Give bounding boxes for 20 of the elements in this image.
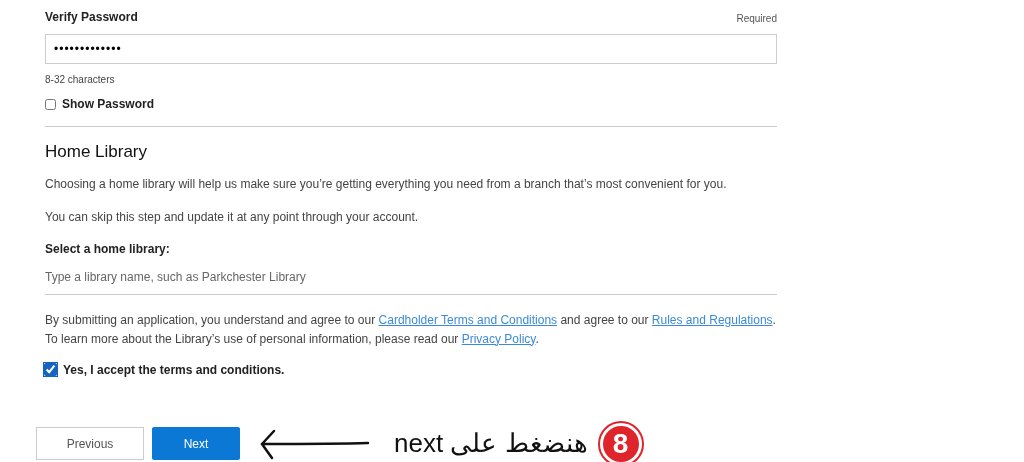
required-note: Required xyxy=(736,12,777,26)
step-badge: 8 xyxy=(599,422,642,462)
arrow-icon xyxy=(258,427,370,460)
paragraph: You can skip this step and update it at any point through your account. xyxy=(45,208,420,226)
checkbox[interactable] xyxy=(45,98,56,110)
field-label: Verify Password xyxy=(45,9,138,26)
previous-button[interactable]: Previous xyxy=(36,427,144,460)
checkbox-label: Yes, I accept the terms and conditions. xyxy=(63,361,285,379)
checkbox[interactable] xyxy=(44,363,57,376)
hint-text: 8-32 characters xyxy=(45,73,116,87)
password-field[interactable]: ••••••••••••• xyxy=(45,34,777,64)
next-button[interactable]: Next xyxy=(152,427,240,460)
section-heading: Home Library xyxy=(45,141,149,163)
terms-link[interactable]: Cardholder Terms and Conditions xyxy=(378,312,558,327)
terms-paragraph: By submitting an application, you understand and agree to our Cardholder Terms and Conditions and agree to our Rules and Regulations. To learn more about the Library’s use of personal information, please read our Privacy Policy. xyxy=(45,311,777,348)
paragraph: Choosing a home library will help us make sure you’re getting everything you need from a branch that’s most convenient for you. xyxy=(45,175,728,193)
checkbox-label: Show Password xyxy=(62,96,155,113)
annotation-text: هنضغط على next xyxy=(394,427,588,460)
field-label: Select a home library: xyxy=(45,240,171,258)
terms-link[interactable]: Rules and Regulations xyxy=(651,312,773,327)
